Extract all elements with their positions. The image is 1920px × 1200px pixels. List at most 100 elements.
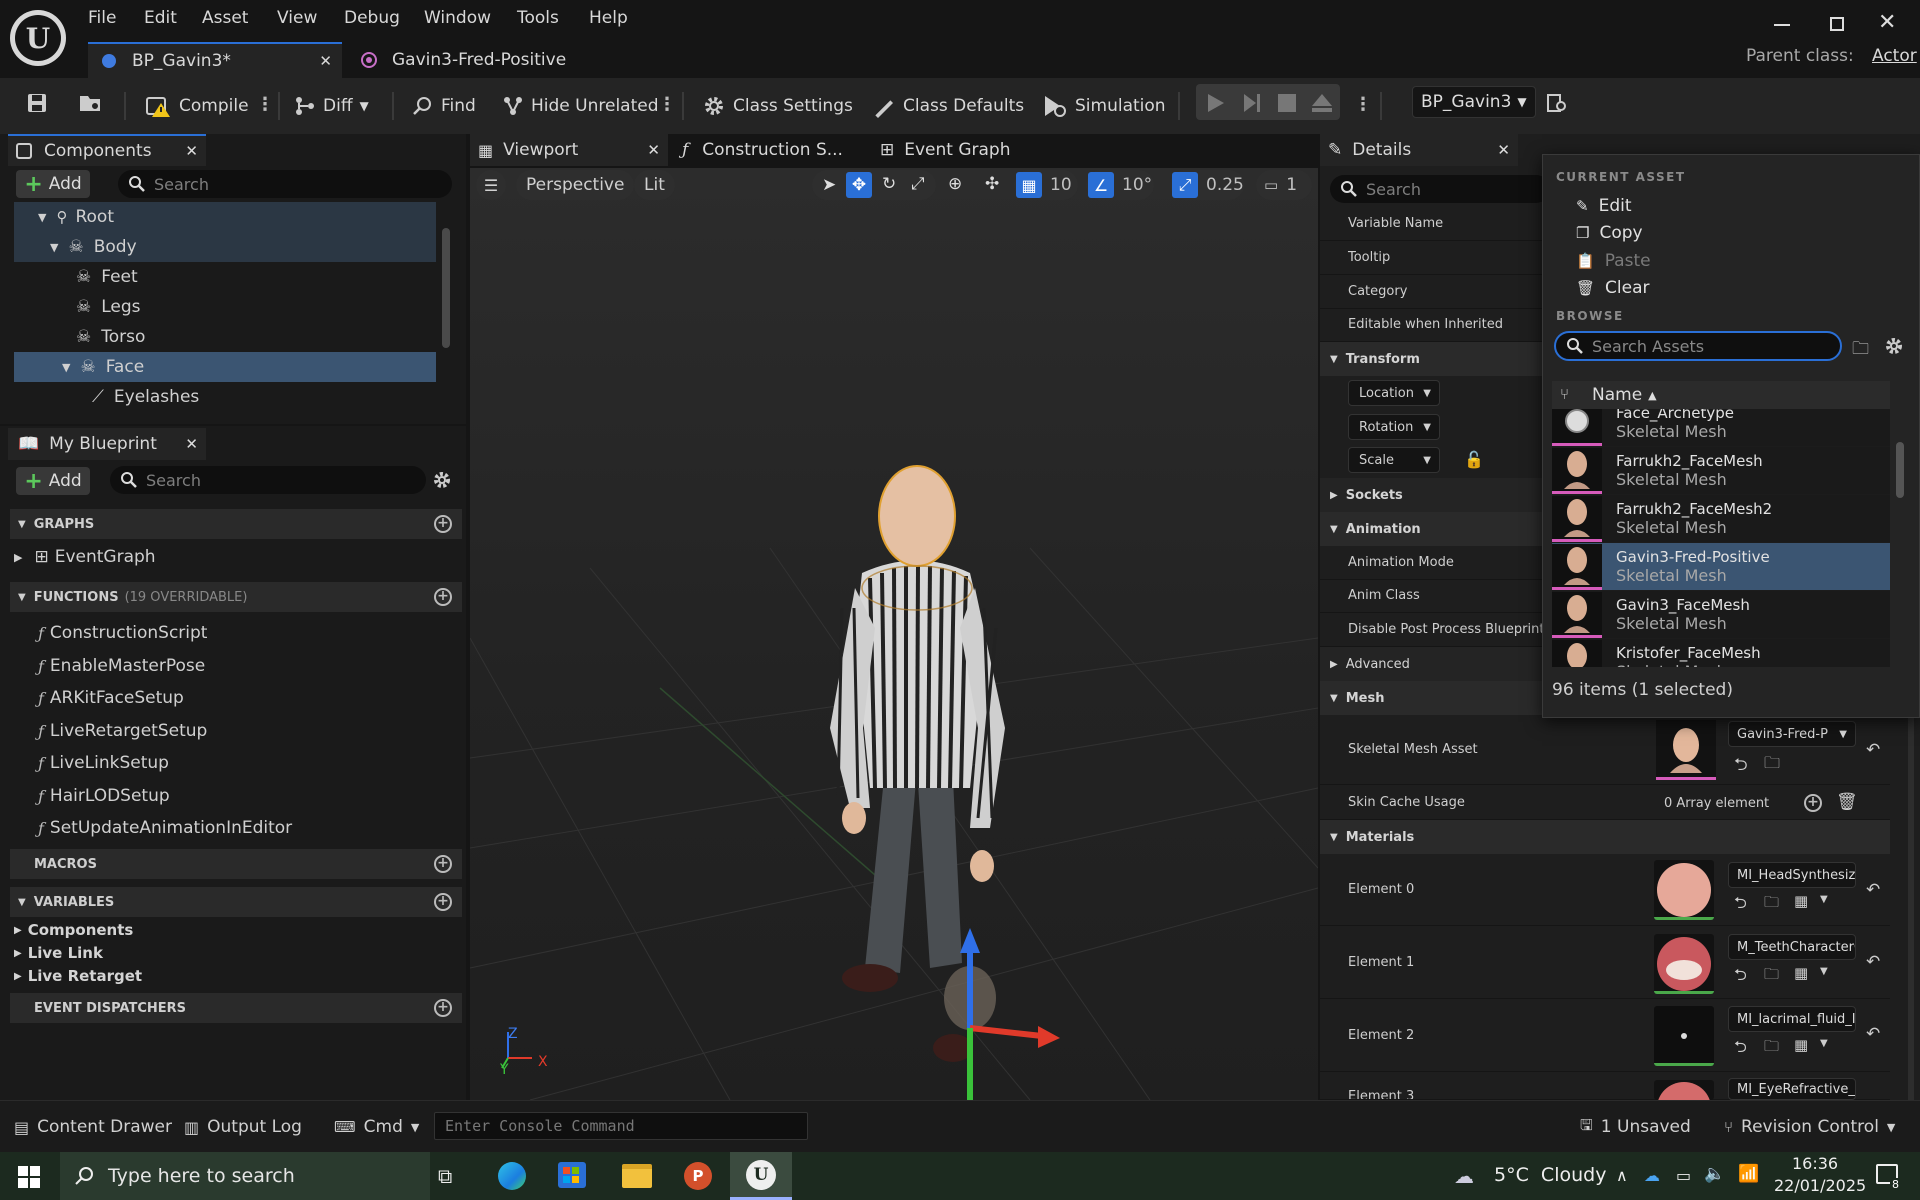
variable-category[interactable]: ▶ Live Link: [14, 942, 103, 964]
stop-icon[interactable]: [1278, 94, 1296, 112]
skeletal-mesh-thumbnail[interactable]: [1656, 720, 1716, 780]
components-add-button[interactable]: + Add: [16, 170, 90, 198]
powerpoint-icon[interactable]: P: [684, 1162, 712, 1190]
tree-item-eyelashes[interactable]: ⟋ Eyelashes: [14, 382, 436, 412]
unlock-icon[interactable]: 🔓: [1464, 450, 1484, 469]
category-materials[interactable]: ▼ Materials: [1320, 820, 1890, 854]
unreal-taskbar-icon[interactable]: U: [730, 1152, 792, 1200]
add-element-icon[interactable]: +: [1804, 794, 1822, 812]
blueprint-search-input[interactable]: Search: [110, 466, 426, 494]
function-item[interactable]: ƒ EnableMasterPose: [38, 652, 205, 680]
checker-icon[interactable]: ▦: [1794, 892, 1808, 910]
file-explorer-icon[interactable]: [622, 1164, 652, 1188]
rotate-tool-icon[interactable]: ↻: [882, 174, 896, 194]
tab-event-graph[interactable]: ⊞ Event Graph: [876, 134, 1056, 166]
tree-item-root[interactable]: ▼ ⚲ Root: [14, 202, 436, 232]
material-combo[interactable]: M_TeethCharacterCre: [1728, 934, 1856, 960]
reset-icon[interactable]: ↶: [1866, 952, 1880, 972]
onedrive-icon[interactable]: ☁: [1644, 1166, 1660, 1185]
chevron-down-icon[interactable]: ▼: [1820, 894, 1828, 905]
close-icon[interactable]: ✕: [647, 141, 660, 159]
debug-object-select[interactable]: BP_Gavin3 ▼: [1412, 86, 1536, 118]
asset-search-input[interactable]: Search Assets: [1554, 331, 1842, 361]
chevron-down-icon[interactable]: ▼: [1820, 966, 1828, 977]
location-dropdown[interactable]: Location ▼: [1348, 380, 1440, 406]
task-view-icon[interactable]: ⧉: [438, 1164, 452, 1188]
menu-asset[interactable]: Asset: [202, 8, 248, 28]
paste-menu-item[interactable]: 📋 Paste: [1576, 249, 1651, 273]
hide-unrelated-button[interactable]: Hide Unrelated: [502, 92, 659, 120]
variable-category[interactable]: ▶ Components: [14, 919, 133, 941]
unsaved-button[interactable]: 🖫 1 Unsaved: [1580, 1114, 1691, 1140]
folder-icon[interactable]: 🗀: [1852, 336, 1869, 365]
browse-icon[interactable]: 🗀: [1764, 1036, 1779, 1061]
details-search-input[interactable]: Search: [1330, 175, 1550, 203]
parent-class-link[interactable]: Actor: [1872, 46, 1917, 66]
eject-icon[interactable]: [1310, 92, 1334, 114]
use-selected-icon[interactable]: ⮌: [1734, 964, 1747, 991]
tree-item-torso[interactable]: ☠ Torso: [14, 322, 436, 352]
console-command-input[interactable]: Enter Console Command: [434, 1112, 808, 1140]
close-window-icon[interactable]: ✕: [1878, 10, 1896, 35]
compile-options-icon[interactable]: ⋮: [256, 94, 274, 115]
reset-icon[interactable]: ↶: [1866, 1024, 1880, 1044]
asset-row[interactable]: Farrukh2_FaceMesh2 Skeletal Mesh: [1552, 495, 1890, 543]
checker-icon[interactable]: ▦: [1794, 1036, 1808, 1054]
windows-start-icon[interactable]: [18, 1166, 40, 1188]
diff-button[interactable]: Diff ▼: [294, 92, 369, 120]
asset-row[interactable]: Face_Archetype Skeletal Mesh: [1552, 409, 1890, 447]
scale-dropdown[interactable]: Scale ▼: [1348, 447, 1440, 473]
wifi-icon[interactable]: 📶: [1738, 1164, 1759, 1184]
simulation-button[interactable]: Simulation: [1042, 92, 1166, 120]
clock-time[interactable]: 16:36: [1792, 1154, 1838, 1173]
clock-date[interactable]: 22/01/2025: [1774, 1176, 1866, 1195]
save-icon[interactable]: [26, 92, 48, 114]
maximize-icon[interactable]: [1830, 17, 1844, 31]
use-selected-icon[interactable]: ⮌: [1734, 892, 1747, 919]
play-icon[interactable]: [1204, 92, 1228, 114]
function-item[interactable]: ƒ LiveLinkSetup: [38, 749, 169, 777]
clear-menu-item[interactable]: 🗑 Clear: [1576, 276, 1650, 300]
material-thumbnail[interactable]: [1654, 860, 1714, 920]
find-options-icon[interactable]: ⋮: [658, 94, 676, 115]
perspective-button[interactable]: Perspective: [516, 170, 635, 200]
material-thumbnail[interactable]: [1654, 1080, 1714, 1100]
menu-view[interactable]: View: [277, 8, 317, 28]
tab-fred-positive[interactable]: Gavin3-Fred-Positive: [358, 42, 566, 78]
tab-close-icon[interactable]: ✕: [319, 52, 332, 70]
debug-filter-icon[interactable]: [1546, 92, 1568, 114]
add-function-icon[interactable]: +: [434, 588, 452, 606]
add-dispatcher-icon[interactable]: +: [434, 999, 452, 1017]
volume-icon[interactable]: 🔈: [1704, 1164, 1725, 1184]
edit-menu-item[interactable]: ✎ Edit: [1576, 194, 1632, 218]
event-dispatchers-header[interactable]: EVENT DISPATCHERS: [10, 993, 462, 1023]
class-defaults-button[interactable]: Class Defaults: [872, 92, 1024, 120]
viewport-canvas[interactable]: [470, 168, 1318, 1100]
store-icon[interactable]: [558, 1162, 586, 1188]
unreal-logo[interactable]: U: [10, 10, 66, 66]
menu-tools[interactable]: Tools: [517, 8, 559, 28]
class-settings-button[interactable]: Class Settings: [702, 92, 853, 120]
world-local-icon[interactable]: ⊕: [948, 174, 962, 194]
components-search-input[interactable]: Search: [118, 170, 452, 198]
add-variable-icon[interactable]: +: [434, 893, 452, 911]
step-forward-icon[interactable]: [1240, 92, 1264, 114]
tab-bp-gavin3[interactable]: BP_Gavin3* ✕: [88, 42, 342, 78]
menu-help[interactable]: Help: [589, 8, 628, 28]
scale-snap-button[interactable]: ⤢ 0.25: [1170, 170, 1244, 200]
browse-asset-icon[interactable]: [78, 92, 104, 114]
reset-icon[interactable]: ↶: [1866, 740, 1880, 760]
material-combo[interactable]: MI_HeadSynthesized_: [1728, 862, 1856, 888]
add-graph-icon[interactable]: +: [434, 515, 452, 533]
asset-row-selected[interactable]: Gavin3-Fred-Positive Skeletal Mesh: [1552, 543, 1890, 591]
camera-speed-button[interactable]: ▭ 1: [1256, 170, 1312, 200]
cmd-select[interactable]: ⌨ Cmd ▼: [334, 1114, 419, 1140]
menu-edit[interactable]: Edit: [144, 8, 177, 28]
details-tab[interactable]: ✎ Details ✕: [1320, 134, 1518, 166]
gear-icon[interactable]: [432, 470, 452, 490]
menu-file[interactable]: File: [88, 8, 116, 28]
tab-viewport[interactable]: ▦ Viewport ✕: [470, 134, 668, 166]
function-item[interactable]: ƒ ConstructionScript: [38, 619, 207, 647]
material-thumbnail[interactable]: [1654, 1006, 1714, 1066]
asset-row[interactable]: Farrukh2_FaceMesh Skeletal Mesh: [1552, 447, 1890, 495]
